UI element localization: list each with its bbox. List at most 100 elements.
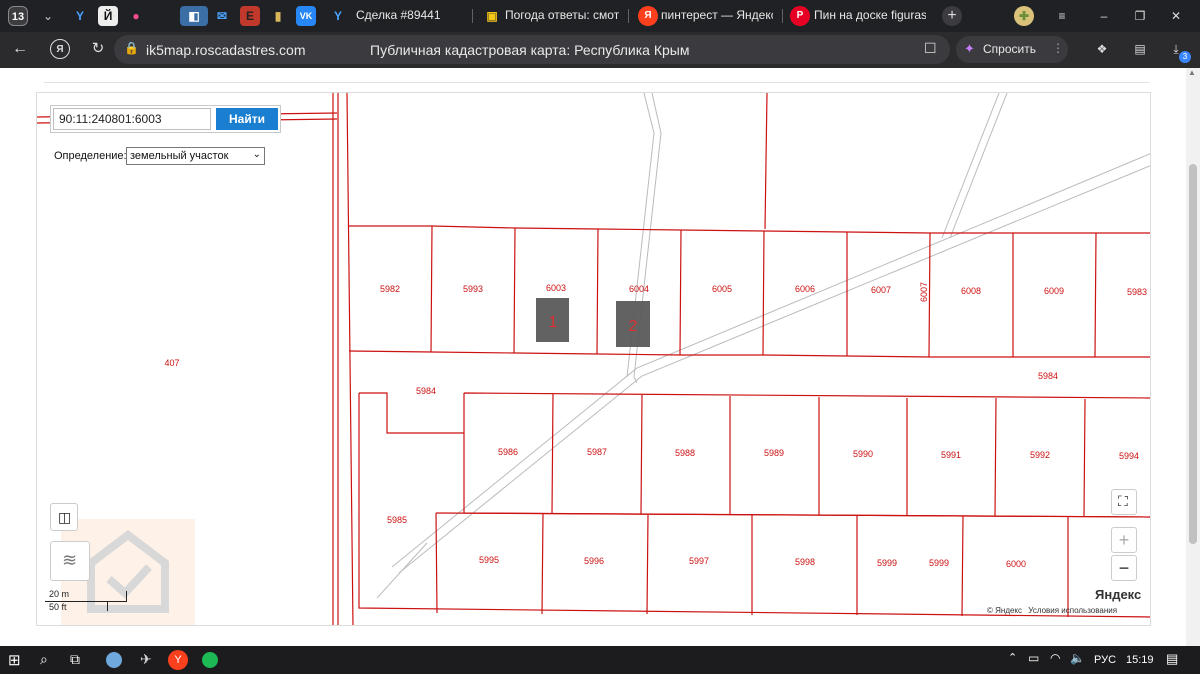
media-tab-icon[interactable]: Й <box>98 6 118 26</box>
parcel-label: 5995 <box>479 555 499 565</box>
definition-label: Определение: <box>54 150 127 162</box>
volume-icon[interactable]: 🔈 <box>1070 651 1085 665</box>
clock[interactable]: 15:19 <box>1126 654 1154 666</box>
parcel-label: 6007 <box>871 285 891 295</box>
scale-tick <box>107 601 108 611</box>
yandex-logo: Яндекс <box>1095 587 1142 602</box>
parcel-label: 5984 <box>1038 371 1058 381</box>
app-icon-green[interactable] <box>202 652 218 668</box>
profile-icon[interactable]: ✚ <box>1014 6 1034 26</box>
yandex-home-icon[interactable]: Я <box>50 39 70 59</box>
menu-icon[interactable]: ≡ <box>1052 6 1072 26</box>
windows-start-icon[interactable]: ⊞ <box>8 651 21 669</box>
tab-pinterest-search[interactable]: пинтерест — Яндекс: <box>661 8 773 22</box>
scale-tick <box>126 591 127 602</box>
parcel-label: 5987 <box>587 447 607 457</box>
url-text: ik5map.roscadastres.com <box>146 42 306 58</box>
find-button[interactable]: Найти <box>216 108 278 130</box>
minimize-icon[interactable]: – <box>1094 6 1114 26</box>
parcel-label: 5994 <box>1119 451 1139 461</box>
search-icon[interactable]: ⌕ <box>40 651 48 668</box>
dots-tab-icon[interactable]: ● <box>126 6 146 26</box>
page-scrollbar[interactable]: ▲ <box>1186 68 1200 646</box>
tab-weather[interactable]: Погода ответы: смотр <box>505 8 619 22</box>
chevron-down-icon[interactable]: ⌄ <box>38 6 58 26</box>
windows-taskbar: ⊞ ⌕ ⧉ ✈ Y ⌃ ▭ ◠ 🔈 РУС 15:19 ▤ <box>0 646 1200 674</box>
scroll-up-arrow-icon[interactable]: ▲ <box>1188 68 1196 77</box>
parcel-label: 5982 <box>380 284 400 294</box>
map-container[interactable]: 1 2 5982 5993 6003 6004 6005 6006 6007 6… <box>36 92 1151 626</box>
ruler-icon: ◫ <box>58 509 72 525</box>
e-tab-icon[interactable]: E <box>240 6 260 26</box>
yandex-tab-icon-2[interactable]: Y <box>328 6 348 26</box>
parcel-label: 6003 <box>546 283 566 293</box>
layers-button[interactable]: ≋ <box>50 541 90 581</box>
content-divider <box>44 82 1149 83</box>
parcel-label: 6005 <box>712 284 732 294</box>
map-copyright: © Яндекс Условия использования <box>987 606 1117 615</box>
parcel-label: 5988 <box>675 448 695 458</box>
battery-icon[interactable]: ▭ <box>1028 651 1039 665</box>
scale-feet: 50 ft <box>49 602 67 612</box>
app-icon-plane[interactable]: ✈ <box>140 651 152 668</box>
task-view-icon[interactable]: ⧉ <box>70 651 80 668</box>
roads <box>376 93 1150 599</box>
ask-button[interactable]: ✦ Спросить ⋮ <box>956 36 1068 63</box>
tab-pin[interactable]: Пин на доске figuras <box>814 8 926 22</box>
tab-counter[interactable]: 13 <box>8 6 28 26</box>
zoom-in-button[interactable]: + <box>1111 527 1137 553</box>
restore-icon[interactable]: ❐ <box>1130 6 1150 26</box>
cadastral-map[interactable]: 1 2 5982 5993 6003 6004 6005 6006 6007 6… <box>37 93 1151 626</box>
parcel-label: 407 <box>164 358 179 368</box>
browser-tab-strip: 13 ⌄ Y Й ● ◧ ✉ E ▮ VK Y Сделка #89441 ▣ … <box>0 0 1200 32</box>
page-title: Публичная кадастровая карта: Республика … <box>370 42 690 58</box>
yandex-search-icon: Я <box>638 6 658 26</box>
cadastral-number-input[interactable] <box>53 108 211 130</box>
network-icon[interactable]: ◠ <box>1050 651 1060 665</box>
back-arrow-icon[interactable]: ← <box>10 39 30 59</box>
active-tab-icon[interactable]: ◧ <box>180 6 208 26</box>
tab-separator <box>472 9 473 23</box>
parcel-label: 5999 <box>877 558 897 568</box>
ruler-button[interactable]: ◫ <box>50 503 78 531</box>
marker-1-label: 1 <box>549 314 558 331</box>
new-tab-button[interactable]: + <box>942 6 962 26</box>
tray-chevron-icon[interactable]: ⌃ <box>1008 651 1017 664</box>
parcel-label: 5998 <box>795 557 815 567</box>
fullscreen-icon: ⛶ <box>1118 493 1128 509</box>
parcel-label: 5986 <box>498 447 518 457</box>
scrollbar-thumb[interactable] <box>1189 164 1197 544</box>
definition-select-value: земельный участок <box>130 150 229 162</box>
zoom-out-button[interactable]: − <box>1111 555 1137 581</box>
terms-link[interactable]: Условия использования <box>1028 606 1117 615</box>
bookmark-tab-icon[interactable]: ▮ <box>268 6 288 26</box>
definition-select[interactable]: земельный участок ⌄ <box>126 147 265 165</box>
extension-icon[interactable]: ▤ <box>1130 39 1150 59</box>
sparkle-icon: ✦ <box>964 41 975 56</box>
bookmark-icon[interactable]: ☐ <box>924 40 937 57</box>
language-indicator[interactable]: РУС <box>1094 654 1116 666</box>
notifications-icon[interactable]: ▤ <box>1166 651 1178 667</box>
weather-icon: ▣ <box>486 9 498 23</box>
parcel-label: 6006 <box>795 284 815 294</box>
close-icon[interactable]: ✕ <box>1166 6 1186 26</box>
search-panel: Найти <box>50 105 281 133</box>
yandex-browser-icon[interactable]: Y <box>168 650 188 670</box>
collections-icon[interactable]: ❖ <box>1092 39 1112 59</box>
pinterest-icon: P <box>790 6 810 26</box>
parcel-label: 5999 <box>929 558 949 568</box>
url-field[interactable]: 🔒 ik5map.roscadastres.com Публичная када… <box>114 35 950 64</box>
ask-label: Спросить <box>983 42 1036 56</box>
tab-separator <box>782 9 783 23</box>
mail-tab-icon[interactable]: ✉ <box>212 6 232 26</box>
app-icon-globe[interactable] <box>106 652 122 668</box>
tab-deal[interactable]: Сделка #89441 <box>356 8 466 22</box>
vk-tab-icon[interactable]: VK <box>296 6 316 26</box>
reload-icon[interactable]: ↻ <box>88 39 108 59</box>
parcel-labels: 5982 5993 6003 6004 6005 6006 6007 6008 … <box>164 282 1147 569</box>
fullscreen-button[interactable]: ⛶ <box>1111 489 1137 515</box>
scale-meters: 20 m <box>49 589 70 599</box>
yandex-tab-icon[interactable]: Y <box>70 6 90 26</box>
parcel-label: 5983 <box>1127 287 1147 297</box>
parcel-label: 5993 <box>463 284 483 294</box>
